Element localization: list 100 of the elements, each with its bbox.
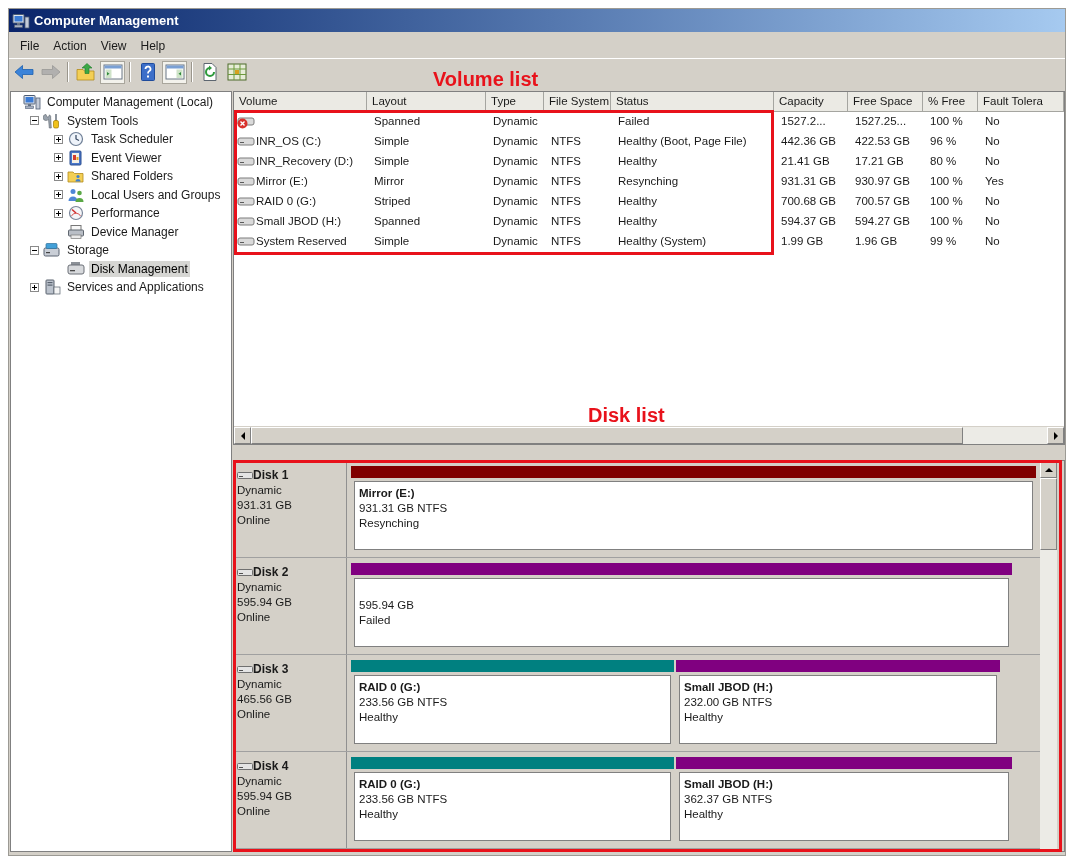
disk-type: Dynamic bbox=[237, 677, 282, 692]
table-cell-text: Resynching bbox=[618, 174, 679, 190]
partition-box[interactable]: RAID 0 (G:) 233.56 GB NTFS Healthy bbox=[354, 772, 671, 841]
server-icon bbox=[43, 279, 61, 296]
partition-size: 233.56 GB NTFS bbox=[359, 792, 448, 807]
disk-status: Online bbox=[237, 707, 271, 722]
app-icon bbox=[12, 12, 30, 29]
menu-item[interactable]: Action bbox=[46, 37, 94, 55]
disk-status: Online bbox=[237, 804, 271, 819]
menu-item[interactable]: Help bbox=[133, 37, 173, 55]
partition-size: 595.94 GB bbox=[359, 598, 414, 613]
scrollbar-thumb[interactable] bbox=[251, 427, 963, 444]
table-cell-text: Healthy (Boot, Page File) bbox=[618, 134, 747, 150]
users-icon bbox=[67, 186, 85, 203]
partition-box[interactable]: 595.94 GB Failed bbox=[354, 578, 1009, 647]
collapse-icon[interactable] bbox=[29, 116, 39, 126]
table-cell-text: Small JBOD (H:) bbox=[256, 214, 341, 230]
expand-icon[interactable] bbox=[29, 282, 39, 292]
table-cell-text: 422.53 GB bbox=[855, 134, 910, 150]
tree-item[interactable]: Local Users and Groups bbox=[89, 186, 223, 203]
tree-item[interactable]: Task Scheduler bbox=[89, 131, 176, 148]
table-cell-text: Mirror bbox=[374, 174, 405, 190]
table-cell-text: Dynamic bbox=[493, 174, 538, 190]
expand-icon[interactable] bbox=[53, 153, 63, 163]
table-cell-text: Yes bbox=[985, 174, 1004, 190]
column-header[interactable]: Layout bbox=[367, 92, 486, 112]
table-cell-text: Dynamic bbox=[493, 134, 538, 150]
table-cell-text: NTFS bbox=[551, 134, 582, 150]
expand-icon[interactable] bbox=[53, 190, 63, 200]
column-header[interactable]: Type bbox=[486, 92, 544, 112]
drive-icon bbox=[237, 568, 253, 577]
pane-icon bbox=[102, 64, 123, 80]
table-cell-text: NTFS bbox=[551, 234, 582, 250]
tree-item[interactable]: Disk Management bbox=[89, 260, 190, 277]
menu-item[interactable]: View bbox=[93, 37, 134, 55]
partition-status: Failed bbox=[359, 613, 391, 628]
partition-box[interactable]: RAID 0 (G:) 233.56 GB NTFS Healthy bbox=[354, 675, 671, 744]
column-header[interactable]: Capacity bbox=[774, 92, 848, 112]
column-header[interactable]: Fault Tolera bbox=[978, 92, 1064, 112]
table-cell-text: Mirror (E:) bbox=[256, 174, 308, 190]
table-cell-text: RAID 0 (G:) bbox=[256, 194, 317, 210]
table-cell-text: 1.96 GB bbox=[855, 234, 898, 250]
table-cell-text: 80 % bbox=[930, 154, 957, 170]
partition-box[interactable]: Small JBOD (H:) 232.00 GB NTFS Healthy bbox=[679, 675, 997, 744]
expand-icon[interactable] bbox=[53, 208, 63, 218]
table-cell-text: 594.37 GB bbox=[781, 214, 836, 230]
partition-name: Small JBOD (H:) bbox=[684, 777, 773, 792]
disk-name: Disk 2 bbox=[253, 565, 289, 580]
right-arrow-icon bbox=[1053, 431, 1058, 440]
partition-name: Mirror (E:) bbox=[359, 486, 415, 501]
disk-size: 595.94 GB bbox=[237, 595, 292, 610]
disk-name: Disk 4 bbox=[253, 759, 289, 774]
partition-box[interactable]: Mirror (E:) 931.31 GB NTFS Resynching bbox=[354, 481, 1033, 550]
drive-icon bbox=[237, 762, 253, 771]
drive-icon bbox=[67, 260, 85, 277]
table-cell-text: 700.68 GB bbox=[781, 194, 836, 210]
table-cell-text: 1527.2... bbox=[781, 114, 826, 130]
table-cell-text: Healthy bbox=[618, 154, 657, 170]
column-header[interactable]: Status bbox=[611, 92, 774, 112]
tree-item[interactable]: Device Manager bbox=[89, 223, 181, 240]
table-cell-text: Dynamic bbox=[493, 114, 538, 130]
tree-item[interactable]: Shared Folders bbox=[89, 168, 176, 185]
tools-icon bbox=[43, 112, 61, 129]
table-cell-text: No bbox=[985, 214, 1000, 230]
expand-icon[interactable] bbox=[53, 134, 63, 144]
help-icon bbox=[138, 63, 157, 81]
tree-item[interactable]: Storage bbox=[65, 242, 112, 259]
show-tree-button[interactable] bbox=[100, 60, 125, 84]
scrollbar-thumb[interactable] bbox=[1040, 478, 1057, 550]
table-cell-text: 442.36 GB bbox=[781, 134, 836, 150]
tree-item[interactable]: Performance bbox=[89, 205, 162, 222]
column-header[interactable]: File System bbox=[544, 92, 611, 112]
gauge-icon bbox=[67, 205, 85, 222]
tree-item[interactable]: Services and Applications bbox=[65, 279, 206, 296]
table-cell-text: NTFS bbox=[551, 194, 582, 210]
table-cell-text: 100 % bbox=[930, 194, 963, 210]
menu-item[interactable]: File bbox=[13, 37, 47, 55]
disk-size: 595.94 GB bbox=[237, 789, 292, 804]
table-cell-text: System Reserved bbox=[256, 234, 347, 250]
expand-icon[interactable] bbox=[53, 171, 63, 181]
scroll-left-button[interactable] bbox=[234, 427, 251, 444]
table-cell-text: 931.31 GB bbox=[781, 174, 836, 190]
disk-type: Dynamic bbox=[237, 774, 282, 789]
tree-item[interactable]: Computer Management (Local) bbox=[45, 94, 216, 111]
storage-drive-icon bbox=[43, 242, 61, 259]
column-header[interactable]: Free Space bbox=[848, 92, 923, 112]
table-cell-text: Failed bbox=[618, 114, 650, 130]
column-header[interactable]: Volume bbox=[234, 92, 367, 112]
annotation-label: Volume list bbox=[433, 68, 539, 90]
tree-item[interactable]: System Tools bbox=[65, 112, 141, 129]
partition-box[interactable]: Small JBOD (H:) 362.37 GB NTFS Healthy bbox=[679, 772, 1009, 841]
scroll-right-button[interactable] bbox=[1047, 427, 1064, 444]
properties-button[interactable] bbox=[224, 60, 249, 84]
tree-item[interactable]: Event Viewer bbox=[89, 149, 164, 166]
collapse-icon[interactable] bbox=[29, 245, 39, 255]
table-cell-text: Dynamic bbox=[493, 194, 538, 210]
table-cell-text: 21.41 GB bbox=[781, 154, 830, 170]
partition-name: RAID 0 (G:) bbox=[359, 680, 421, 695]
table-cell-text: Simple bbox=[374, 154, 410, 170]
column-header[interactable]: % Free bbox=[923, 92, 978, 112]
